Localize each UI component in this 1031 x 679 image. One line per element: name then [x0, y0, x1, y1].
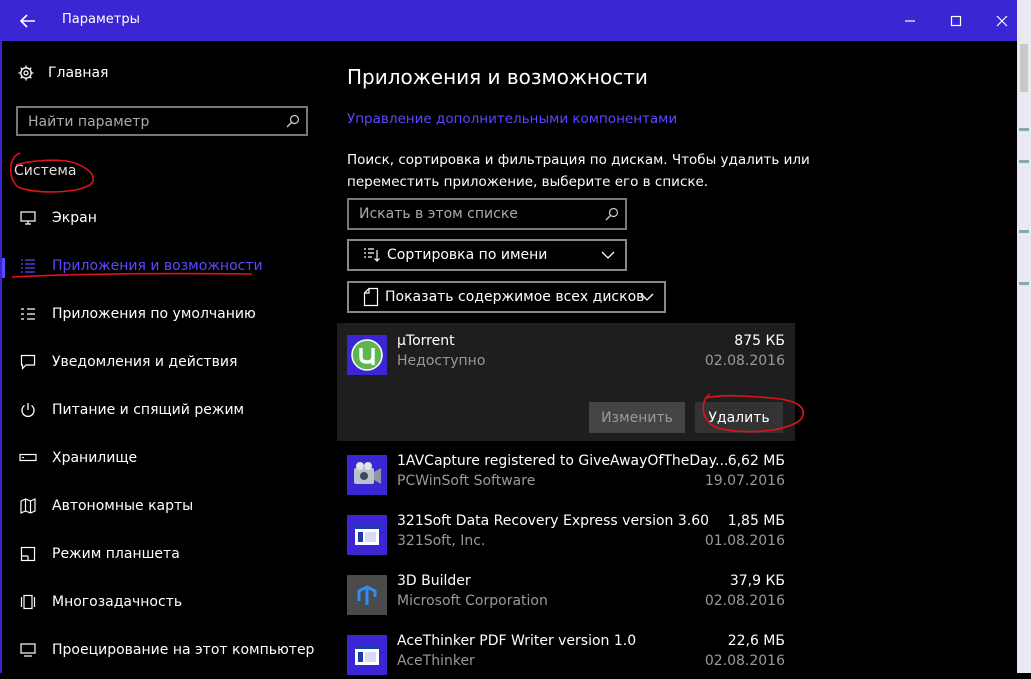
- sort-dropdown-label: Сортировка по имени: [387, 247, 548, 263]
- camcorder-icon: [347, 455, 387, 495]
- projection-icon: [4, 643, 52, 657]
- storage-icon: [4, 453, 52, 463]
- sidebar-item-display[interactable]: Экран: [2, 198, 320, 238]
- tablet-icon: [4, 546, 52, 562]
- app-install-date: 19.07.2016: [704, 473, 785, 489]
- sidebar-item-apps-features[interactable]: Приложения и возможности: [2, 246, 320, 286]
- app-install-date: 02.08.2016: [704, 593, 785, 609]
- app-install-date: 01.08.2016: [704, 533, 785, 549]
- background-marker: [1019, 282, 1029, 285]
- app-list-item[interactable]: AceThinker PDF Writer version 1.0 AceThi…: [347, 633, 785, 677]
- red-annotation-circle: [9, 152, 94, 193]
- multitask-icon: [4, 594, 52, 610]
- drive-icon: [363, 287, 379, 307]
- home-label: Главная: [48, 65, 109, 81]
- app-install-date: 02.08.2016: [704, 353, 785, 369]
- title-bar: Параметры: [0, 0, 1017, 41]
- maximize-icon: [950, 15, 962, 27]
- background-scrollbar: [1020, 44, 1028, 92]
- app-name: µTorrent: [397, 333, 455, 349]
- sidebar-item-power[interactable]: Питание и спящий режим: [2, 390, 320, 430]
- app-size: 22,6 МБ: [727, 633, 785, 649]
- background-marker: [1019, 160, 1029, 163]
- app-name: 321Soft Data Recovery Express version 3.…: [397, 513, 710, 529]
- chevron-down-icon: [601, 251, 615, 259]
- sidebar-item-label: Проецирование на этот компьютер: [52, 642, 315, 658]
- sidebar-item-label: Режим планшета: [52, 546, 180, 562]
- app-size: 6,62 МБ: [727, 453, 785, 469]
- red-annotation-circle: [702, 393, 805, 433]
- settings-search-placeholder: Найти параметр: [28, 114, 150, 130]
- background-window-edge: [1017, 0, 1031, 673]
- app-list-item[interactable]: 3D Builder Microsoft Corporation 37,9 КБ…: [347, 573, 785, 617]
- app-publisher: PCWinSoft Software: [397, 473, 536, 489]
- app-publisher: AceThinker: [397, 653, 475, 669]
- red-annotation-underline: [11, 272, 253, 278]
- search-icon: [605, 207, 619, 221]
- background-marker: [1019, 128, 1029, 131]
- app-size: 37,9 КБ: [729, 573, 785, 589]
- minimize-button[interactable]: [887, 6, 933, 36]
- back-button[interactable]: [6, 6, 50, 36]
- sidebar-item-label: Уведомления и действия: [52, 354, 238, 370]
- sidebar-item-tablet-mode[interactable]: Режим планшета: [2, 534, 320, 574]
- map-icon: [4, 498, 52, 514]
- drive-filter-label: Показать содержимое всех дисков: [385, 289, 645, 305]
- sidebar: Главная Найти параметр Система Экран При…: [2, 41, 320, 673]
- sidebar-item-label: Многозадачность: [52, 594, 183, 610]
- app-name: 3D Builder: [397, 573, 471, 589]
- app-name: AceThinker PDF Writer version 1.0: [397, 633, 637, 649]
- monitor-icon: [4, 211, 52, 225]
- app-publisher: Недоступно: [397, 353, 486, 369]
- app-list-item[interactable]: µTorrent Недоступно 875 КБ 02.08.2016: [347, 333, 785, 377]
- sidebar-item-label: Питание и спящий режим: [52, 402, 245, 418]
- app-list-item[interactable]: 321Soft Data Recovery Express version 3.…: [347, 513, 785, 557]
- sidebar-item-label: Экран: [52, 210, 97, 226]
- sidebar-item-storage[interactable]: Хранилище: [2, 438, 320, 478]
- sidebar-item-projection[interactable]: Проецирование на этот компьютер: [2, 630, 320, 670]
- minimize-icon: [905, 20, 915, 22]
- power-icon: [4, 402, 52, 418]
- sidebar-item-label: Приложения по умолчанию: [52, 306, 256, 322]
- description-text: Поиск, сортировка и фильтрация по дискам…: [347, 152, 810, 190]
- background-marker: [1019, 230, 1029, 233]
- window-title: Параметры: [62, 12, 140, 27]
- sidebar-item-default-apps[interactable]: Приложения по умолчанию: [2, 294, 320, 334]
- sidebar-item-notifications[interactable]: Уведомления и действия: [2, 342, 320, 382]
- maximize-button[interactable]: [933, 6, 979, 36]
- sort-dropdown[interactable]: Сортировка по имени: [347, 239, 627, 271]
- app-publisher: Microsoft Corporation: [397, 593, 548, 609]
- search-icon: [286, 114, 300, 128]
- close-icon: [996, 15, 1008, 27]
- default-apps-icon: [4, 307, 52, 321]
- manage-optional-features-link[interactable]: Управление дополнительными компонентами: [347, 111, 677, 127]
- installer-icon: [347, 635, 387, 675]
- drive-filter-dropdown[interactable]: Показать содержимое всех дисков: [347, 281, 666, 313]
- gear-icon: [18, 65, 34, 81]
- sort-icon: [363, 247, 381, 263]
- app-list-search-placeholder: Искать в этом списке: [359, 206, 518, 222]
- app-size: 875 КБ: [734, 333, 785, 349]
- app-list-search-input[interactable]: Искать в этом списке: [347, 198, 627, 230]
- sidebar-item-multitasking[interactable]: Многозадачность: [2, 582, 320, 622]
- installer-icon: [347, 515, 387, 555]
- sidebar-item-offline-maps[interactable]: Автономные карты: [2, 486, 320, 526]
- sidebar-item-label: Хранилище: [52, 450, 138, 466]
- sidebar-item-label: Автономные карты: [52, 498, 194, 514]
- notification-icon: [4, 354, 52, 370]
- home-link[interactable]: Главная: [18, 65, 108, 81]
- main-content: Приложения и возможности Управление допо…: [320, 41, 1017, 675]
- 3d-builder-icon: [347, 575, 387, 615]
- chevron-down-icon: [640, 293, 654, 301]
- app-size: 1,85 МБ: [727, 513, 785, 529]
- app-list-item[interactable]: 1AVCapture registered to GiveAwayOfTheDa…: [347, 453, 785, 497]
- settings-search-input[interactable]: Найти параметр: [16, 106, 308, 136]
- modify-button[interactable]: Изменить: [589, 402, 685, 433]
- app-name: 1AVCapture registered to GiveAwayOfTheDa…: [397, 453, 729, 469]
- app-install-date: 02.08.2016: [704, 653, 785, 669]
- app-publisher: 321Soft, Inc.: [397, 533, 486, 549]
- page-title: Приложения и возможности: [347, 65, 648, 89]
- utorrent-icon: [347, 335, 387, 375]
- back-arrow-icon: [20, 14, 35, 28]
